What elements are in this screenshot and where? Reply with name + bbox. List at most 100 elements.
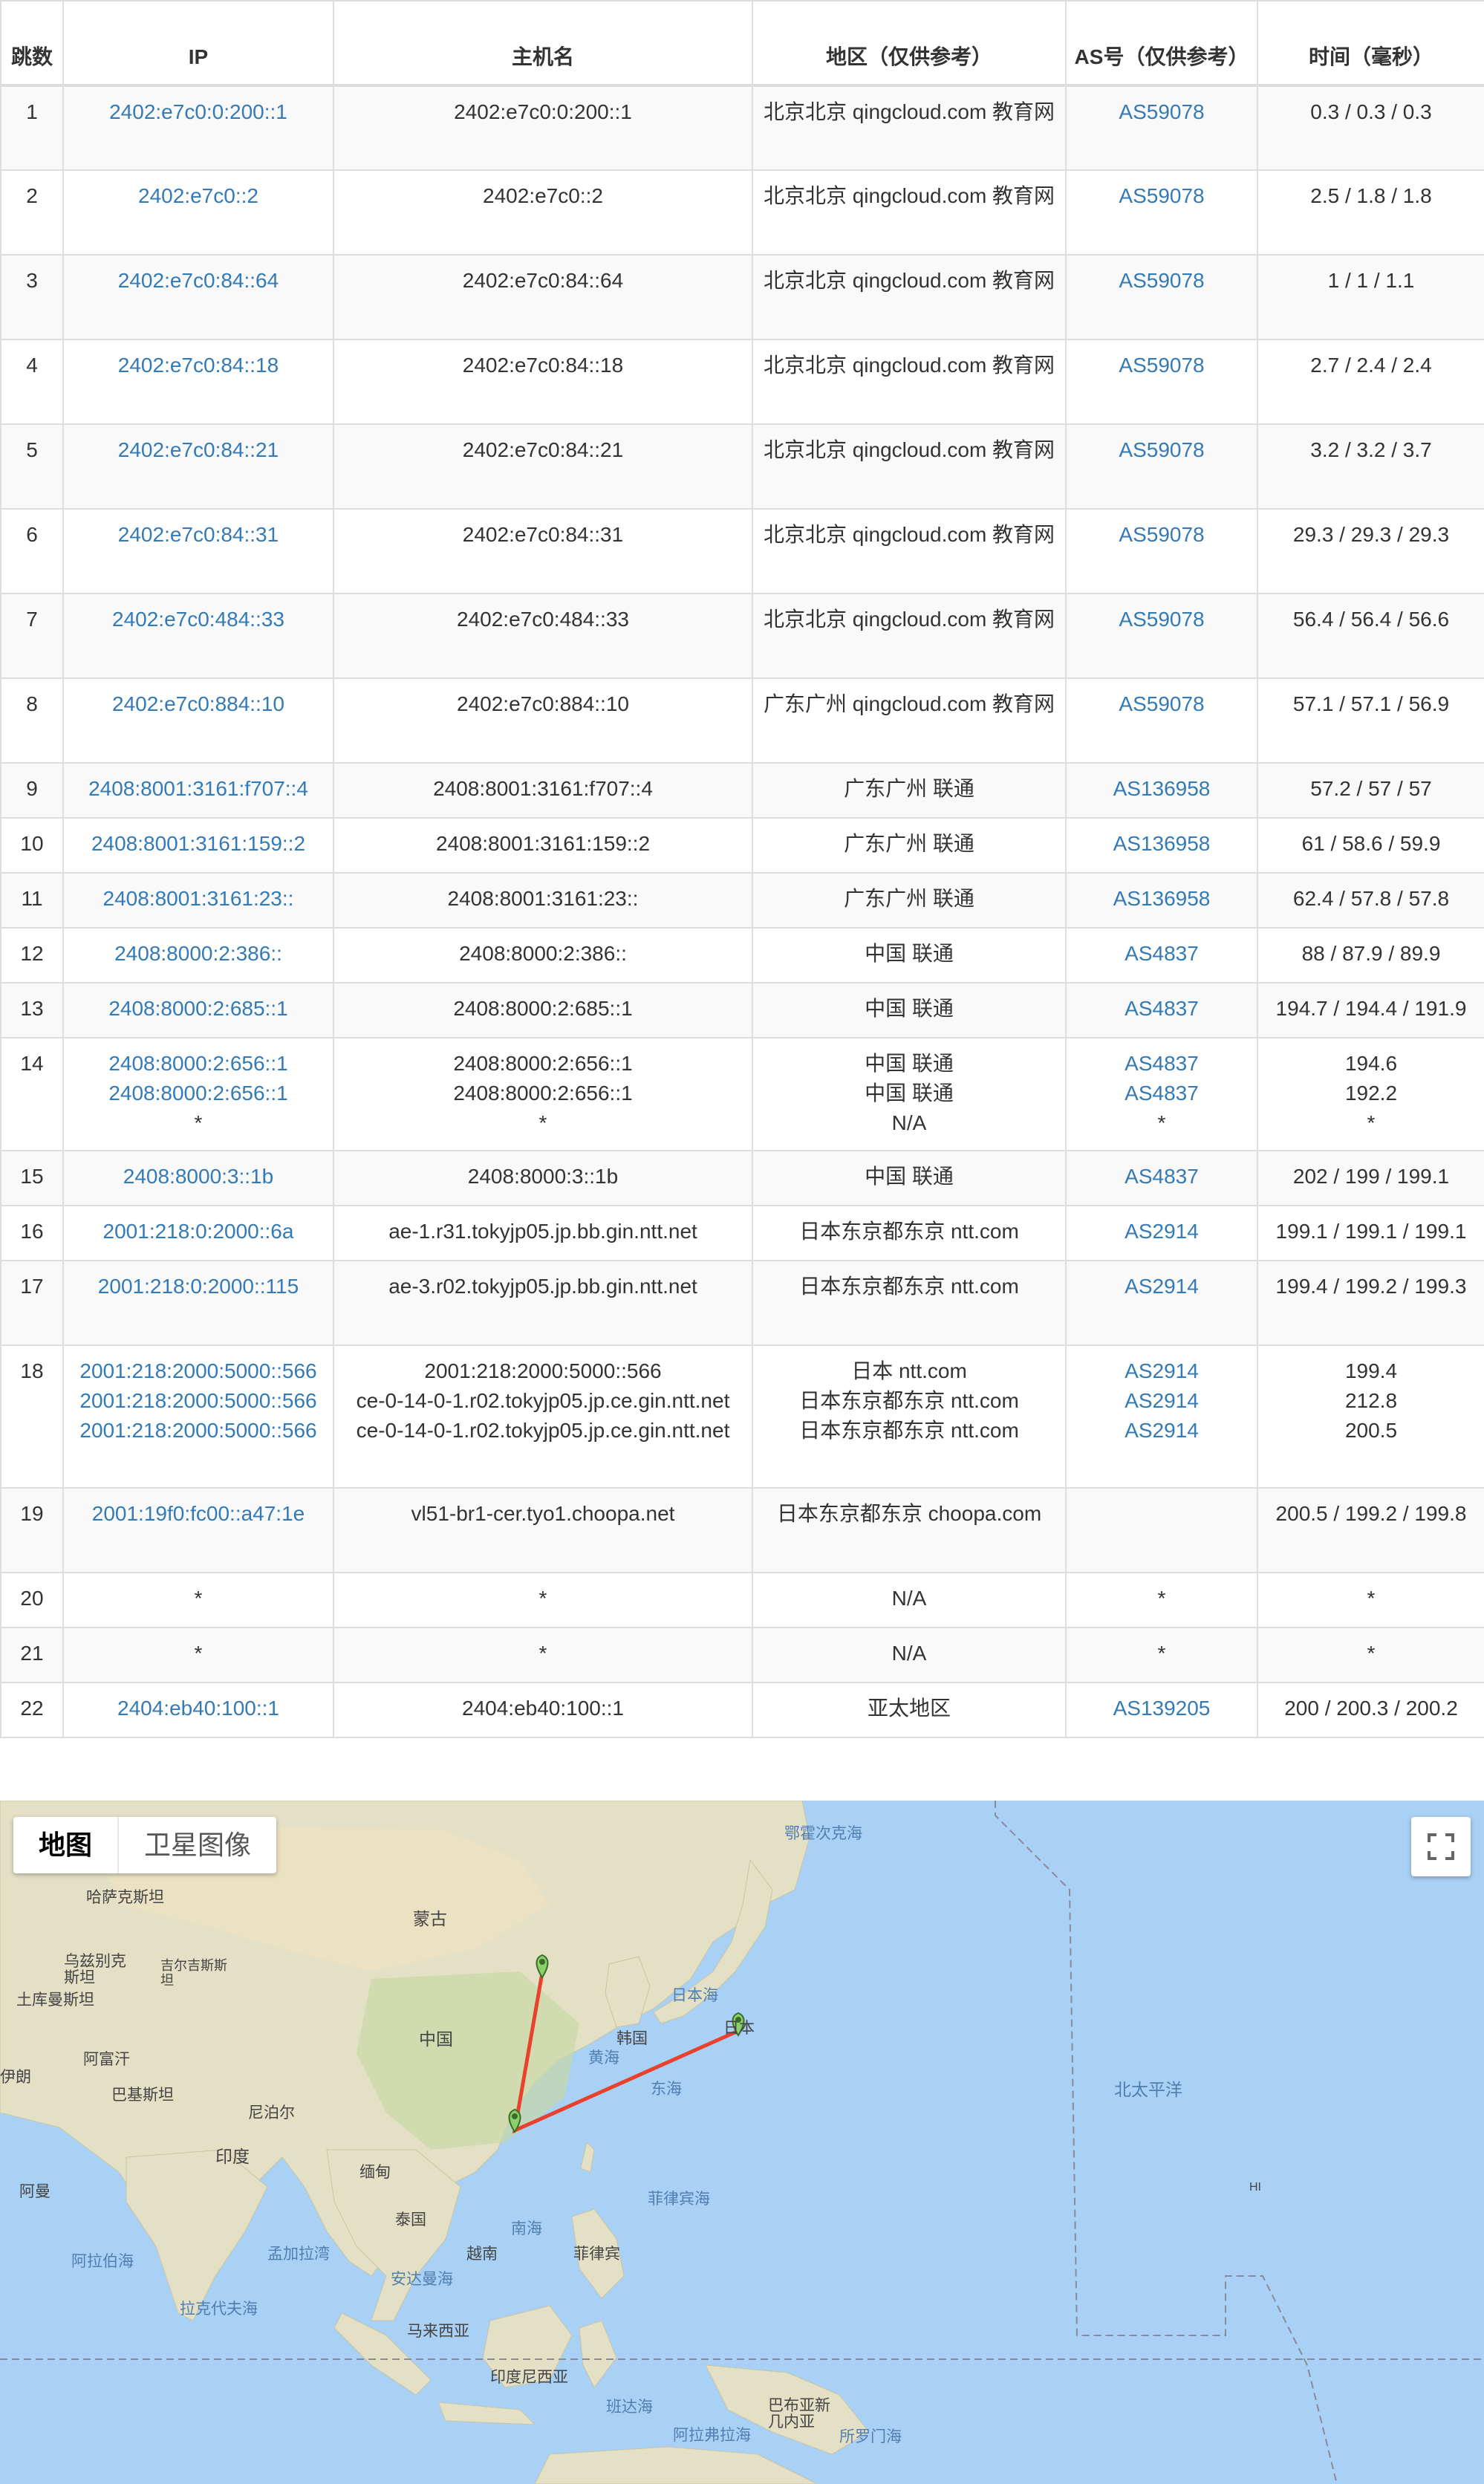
hop-cell: 2 <box>0 169 64 256</box>
ip-link[interactable]: 2001:218:0:2000::115 <box>68 1272 328 1301</box>
host-text: 2408:8001:3161:f707::4 <box>433 777 653 800</box>
route-map[interactable]: 鄂霍次克海 哈萨克斯坦 蒙古 乌兹别克斯坦 吉尔吉斯斯坦 土库曼斯坦 日本海 日… <box>0 1801 1484 2484</box>
asn-link[interactable]: AS2914 <box>1071 1217 1252 1246</box>
label-turkmenistan: 土库曼斯坦 <box>16 1992 94 2009</box>
ip-cell: 2402:e7c0::2 <box>62 169 334 256</box>
region-text: N/A <box>891 1642 927 1665</box>
ip-link[interactable]: 2408:8000:2:656::1 <box>68 1079 328 1108</box>
ip-link[interactable]: 2001:218:2000:5000::566 <box>68 1356 328 1386</box>
asn-link[interactable]: AS136958 <box>1071 829 1252 859</box>
hop-cell: 9 <box>0 762 64 819</box>
ip-cell: 2408:8000:2:656::1 2408:8000:2:656::1 * <box>62 1037 334 1151</box>
time-cell: 200.5 / 199.2 / 199.8 <box>1257 1487 1484 1573</box>
ip-link[interactable]: 2408:8001:3161:f707::4 <box>68 774 328 804</box>
time-text: 3.2 / 3.2 / 3.7 <box>1310 438 1432 461</box>
ip-link[interactable]: 2402:e7c0:84::21 <box>68 435 328 465</box>
ip-cell: 2408:8000:2:685::1 <box>62 982 334 1038</box>
ip-link[interactable]: 2402:e7c0:84::18 <box>68 351 328 380</box>
label-pakistan: 巴基斯坦 <box>111 2087 174 2104</box>
host-text: * <box>538 1642 547 1665</box>
ip-link[interactable]: 2404:eb40:100::1 <box>68 1694 328 1723</box>
ip-link[interactable]: 2001:218:2000:5000::566 <box>68 1386 328 1416</box>
region-text: 北京北京 qingcloud.com 教育网 <box>763 354 1055 377</box>
time-text: 200.5 / 199.2 / 199.8 <box>1275 1502 1467 1525</box>
hostname-cell: 2402:e7c0:484::33 <box>333 593 753 679</box>
hostname-cell: 2402:e7c0:884::10 <box>333 677 753 764</box>
ip-link[interactable]: 2408:8000:2:656::1 <box>68 1049 328 1079</box>
asn-link[interactable]: AS59078 <box>1071 181 1252 211</box>
ip-link[interactable]: 2408:8000:2:386:: <box>68 939 328 969</box>
table-row: 2 2402:e7c0::2 2402:e7c0::2 北京北京 qingcloud.… <box>0 169 1484 256</box>
label-okhotsk: 鄂霍次克海 <box>784 1825 862 1842</box>
asn-link[interactable]: AS4837 <box>1071 1162 1252 1191</box>
label-nepal: 尼泊尔 <box>248 2104 295 2122</box>
asn-link[interactable]: AS59078 <box>1071 605 1252 634</box>
asn-link[interactable]: AS4837 <box>1071 1049 1252 1079</box>
host-text: 2408:8000:2:656::1 <box>453 1052 633 1075</box>
label-japan: 日本 <box>723 2020 755 2037</box>
host-text: 2408:8000:3::1b <box>467 1165 619 1188</box>
asn-cell: AS4837 <box>1065 982 1258 1038</box>
host-text: 2408:8000:2:386:: <box>459 942 627 965</box>
asn-link[interactable]: AS4837 <box>1071 1079 1252 1108</box>
time-text: * <box>1367 1587 1376 1610</box>
asn-link[interactable]: AS2914 <box>1071 1356 1252 1386</box>
time-text: 194.6 <box>1344 1052 1398 1075</box>
ip-link[interactable]: 2408:8000:2:685::1 <box>68 994 328 1024</box>
ip-cell: 2402:e7c0:84::64 <box>62 254 334 340</box>
ip-link[interactable]: 2402:e7c0:884::10 <box>68 689 328 719</box>
ip-link[interactable]: 2402:e7c0::2 <box>68 181 328 211</box>
map-type-satellite-button[interactable]: 卫星图像 <box>119 1817 276 1873</box>
time-cell: 61 / 58.6 / 59.9 <box>1257 817 1484 874</box>
asn-link[interactable]: AS136958 <box>1071 774 1252 804</box>
ip-link[interactable]: 2408:8001:3161:23:: <box>68 884 328 914</box>
region-text: 广东广州 联通 <box>844 832 974 855</box>
ip-link[interactable]: 2001:218:2000:5000::566 <box>68 1416 328 1446</box>
region-cell: 北京北京 qingcloud.com 教育网 <box>752 254 1067 340</box>
asn-link[interactable]: AS2914 <box>1071 1386 1252 1416</box>
table-row: 15 2408:8000:3::1b 2408:8000:3::1b 中国 联通 AS4… <box>0 1150 1484 1206</box>
region-text: 日本东京都东京 choopa.com <box>776 1502 1042 1525</box>
map-type-map-button[interactable]: 地图 <box>13 1817 120 1873</box>
ip-link[interactable]: 2402:e7c0:84::31 <box>68 520 328 550</box>
ip-link[interactable]: 2408:8000:3::1b <box>68 1162 328 1191</box>
fullscreen-button[interactable] <box>1411 1817 1471 1876</box>
asn-link[interactable]: AS59078 <box>1071 689 1252 719</box>
time-text: 199.4 / 199.2 / 199.3 <box>1275 1275 1467 1298</box>
asn-link[interactable]: AS2914 <box>1071 1272 1252 1301</box>
ip-link[interactable]: 2001:218:0:2000::6a <box>68 1217 328 1246</box>
hop-cell: 14 <box>0 1037 64 1151</box>
asn-link[interactable]: AS4837 <box>1071 939 1252 969</box>
asn-link[interactable]: AS59078 <box>1071 351 1252 380</box>
asn-link[interactable]: AS59078 <box>1071 266 1252 296</box>
host-text: * <box>538 1587 547 1610</box>
time-text: * <box>1367 1111 1376 1134</box>
region-cell: 中国 联通 <box>752 982 1067 1038</box>
region-text: 北京北京 qingcloud.com 教育网 <box>763 608 1055 631</box>
ip-link[interactable]: 2001:19f0:fc00::a47:1e <box>68 1499 328 1529</box>
ip-link[interactable]: 2408:8001:3161:159::2 <box>68 829 328 859</box>
time-cell: * <box>1257 1572 1484 1628</box>
time-cell: 1 / 1 / 1.1 <box>1257 254 1484 340</box>
ip-link[interactable]: 2402:e7c0:0:200::1 <box>68 97 328 127</box>
asn-link[interactable]: AS2914 <box>1071 1416 1252 1446</box>
asn-link[interactable]: AS59078 <box>1071 97 1252 127</box>
asn-link[interactable]: AS4837 <box>1071 994 1252 1024</box>
asn-link[interactable]: AS59078 <box>1071 520 1252 550</box>
asn-link[interactable]: AS139205 <box>1071 1694 1252 1723</box>
header-asn: AS号（仅供参考） <box>1065 0 1258 87</box>
ip-cell: * <box>62 1572 334 1628</box>
hostname-cell: 2001:218:2000:5000::566 ce-0-14-0-1.r02.t… <box>333 1345 753 1489</box>
region-cell: 中国 联通 <box>752 1150 1067 1206</box>
hostname-cell: 2408:8001:3161:23:: <box>333 872 753 929</box>
time-text: 62.4 / 57.8 / 57.8 <box>1292 887 1450 910</box>
ip-link[interactable]: 2402:e7c0:484::33 <box>68 605 328 634</box>
asn-link[interactable]: AS59078 <box>1071 435 1252 465</box>
ip-link[interactable]: 2402:e7c0:84::64 <box>68 266 328 296</box>
time-cell: 29.3 / 29.3 / 29.3 <box>1257 508 1484 594</box>
region-cell: 北京北京 qingcloud.com 教育网 <box>752 593 1067 679</box>
asn-link[interactable]: AS136958 <box>1071 884 1252 914</box>
host-text: 2402:e7c0:484::33 <box>457 608 629 631</box>
hostname-cell: * <box>333 1627 753 1683</box>
hostname-cell: 2408:8000:2:656::1 2408:8000:2:656::1 * <box>333 1037 753 1151</box>
